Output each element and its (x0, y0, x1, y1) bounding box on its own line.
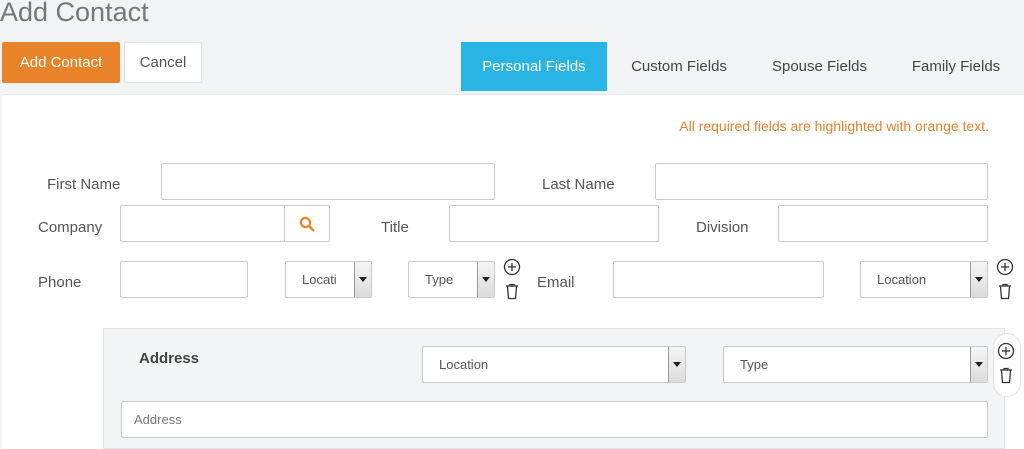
tab-spouse-fields[interactable]: Spouse Fields (753, 42, 886, 91)
page-title: Add Contact (0, 0, 149, 27)
email-field[interactable] (613, 261, 824, 298)
plus-circle-icon[interactable] (503, 258, 521, 276)
chevron-down-icon (970, 262, 987, 297)
first-name-label: First Name (47, 176, 121, 193)
phone-location-select[interactable]: Locati (285, 261, 372, 298)
title-label: Title (381, 219, 409, 236)
plus-circle-icon[interactable] (997, 342, 1015, 360)
title-field[interactable] (449, 205, 659, 242)
email-location-value: Location (877, 272, 927, 287)
address-field[interactable] (121, 401, 988, 438)
cancel-button[interactable]: Cancel (124, 42, 202, 83)
first-name-field[interactable] (161, 163, 495, 200)
company-search-button[interactable] (284, 205, 330, 242)
address-label: Address (139, 350, 200, 367)
address-type-value: Type (740, 357, 769, 372)
email-label: Email (537, 274, 575, 291)
address-location-select[interactable]: Location (422, 346, 686, 383)
company-field[interactable] (120, 205, 286, 242)
last-name-field[interactable] (655, 163, 988, 200)
tab-family-fields[interactable]: Family Fields (892, 42, 1020, 91)
division-label: Division (696, 219, 749, 236)
phone-type-value: Type (425, 272, 454, 287)
chevron-down-icon (354, 262, 371, 297)
company-label: Company (38, 219, 103, 236)
plus-circle-icon[interactable] (996, 258, 1014, 276)
tab-personal-fields[interactable]: Personal Fields (461, 42, 607, 91)
add-contact-button[interactable]: Add Contact (2, 42, 120, 83)
address-type-select[interactable]: Type (723, 346, 988, 383)
tab-custom-fields[interactable]: Custom Fields (611, 42, 747, 91)
trash-icon[interactable] (996, 282, 1014, 300)
division-field[interactable] (778, 205, 988, 242)
phone-location-value: Locati (302, 272, 337, 287)
trash-icon[interactable] (503, 282, 521, 300)
phone-type-select[interactable]: Type (408, 261, 495, 298)
email-location-select[interactable]: Location (860, 261, 988, 298)
address-location-value: Location (439, 357, 489, 372)
phone-label: Phone (38, 274, 82, 291)
chevron-down-icon (668, 347, 685, 382)
search-icon (299, 216, 315, 231)
chevron-down-icon (970, 347, 987, 382)
required-fields-note: All required fields are highlighted with… (679, 118, 989, 134)
phone-field[interactable] (120, 261, 248, 298)
chevron-down-icon (477, 262, 494, 297)
trash-icon[interactable] (997, 366, 1015, 384)
last-name-label: Last Name (542, 176, 615, 193)
